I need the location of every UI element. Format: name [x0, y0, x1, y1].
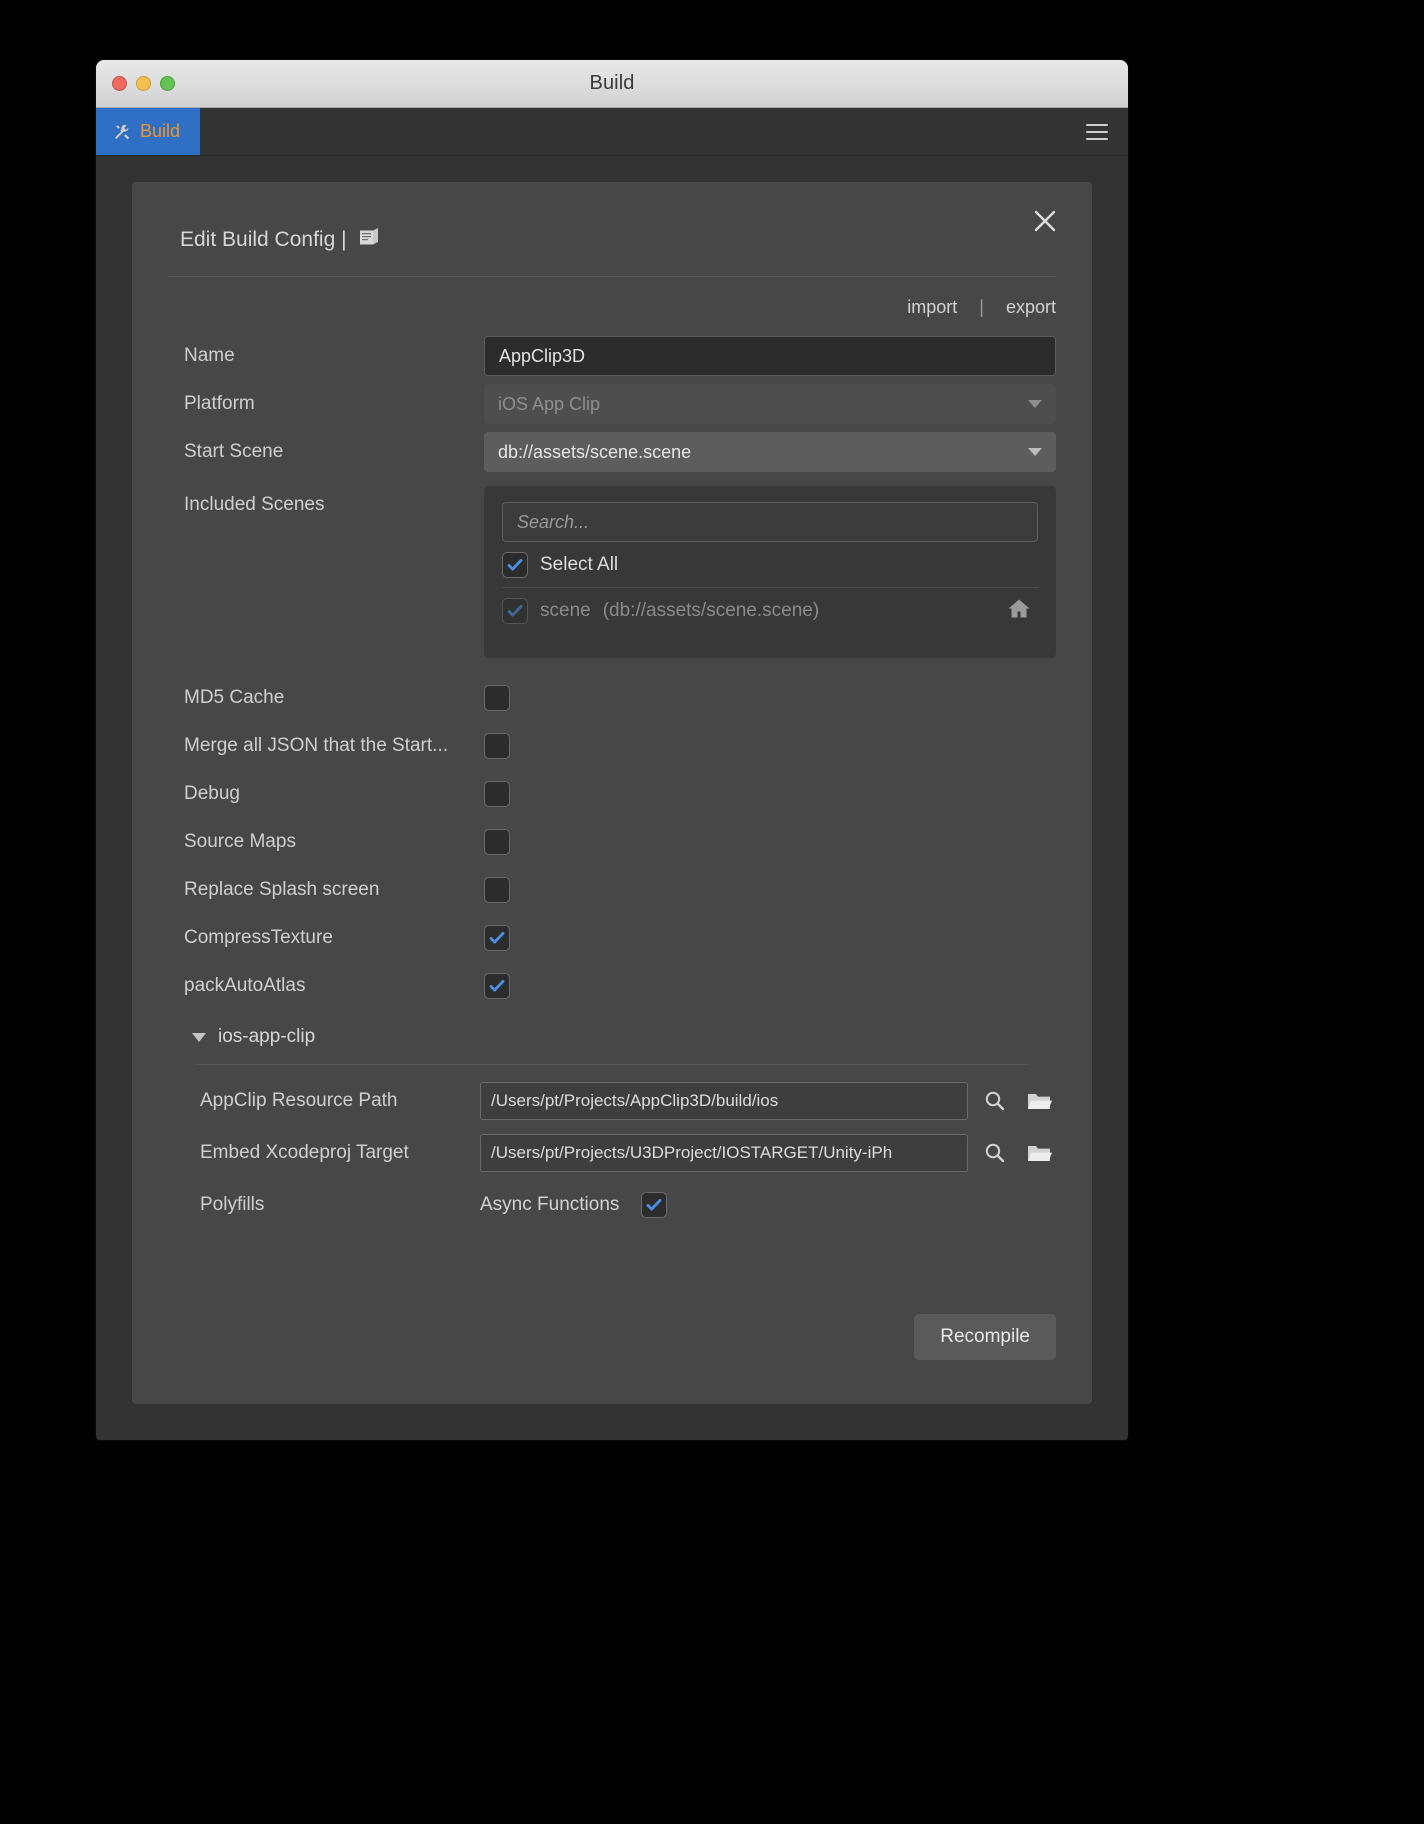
label-platform: Platform: [184, 393, 255, 414]
import-export-row: import | export: [132, 277, 1092, 318]
row-embed-xcodeproj-target: Embed Xcodeproj Target /Users/pt/Project…: [184, 1127, 1056, 1179]
chevron-down-icon: [1028, 400, 1042, 408]
import-button[interactable]: import: [907, 297, 957, 318]
label-name: Name: [184, 345, 235, 366]
select-all-label: Select All: [540, 553, 619, 575]
hammer-wrench-icon: [112, 122, 132, 142]
section-ios-app-clip-header[interactable]: ios-app-clip: [184, 1010, 1056, 1064]
folder-icon[interactable]: [1022, 1136, 1056, 1170]
pack-auto-atlas-checkbox[interactable]: [484, 973, 510, 999]
options-list: MD5 Cache Merge all JSON that the Start.…: [184, 674, 1056, 1010]
platform-value: iOS App Clip: [498, 393, 601, 414]
md5-cache-checkbox[interactable]: [484, 685, 510, 711]
tab-strip: Build: [96, 108, 1128, 156]
home-icon[interactable]: [1006, 597, 1032, 626]
row-polyfills: Polyfills Async Functions: [184, 1179, 1056, 1231]
magnifier-icon[interactable]: [978, 1084, 1012, 1118]
merge-json-checkbox[interactable]: [484, 733, 510, 759]
chevron-down-icon: [1028, 448, 1042, 456]
option-row-compress-texture: CompressTexture: [184, 914, 1056, 962]
scene-checkbox[interactable]: [502, 598, 528, 624]
recompile-button[interactable]: Recompile: [914, 1314, 1056, 1360]
label-included-scenes: Included Scenes: [184, 494, 325, 515]
start-scene-value: db://assets/scene.scene: [498, 441, 692, 462]
chevron-down-icon[interactable]: [192, 1032, 206, 1042]
option-label-merge-json: Merge all JSON that the Start...: [184, 735, 448, 756]
row-platform: Platform iOS App Clip: [184, 380, 1056, 428]
build-window: Build Build Edit Build Config | import |…: [96, 60, 1128, 1440]
panel-footer: Recompile: [914, 1314, 1056, 1360]
hamburger-menu-icon[interactable]: [1086, 123, 1108, 140]
option-row-debug: Debug: [184, 770, 1056, 818]
option-label-pack-auto-atlas: packAutoAtlas: [184, 975, 306, 996]
scene-item-path: (db://assets/scene.scene): [602, 600, 820, 621]
row-appclip-resource-path: AppClip Resource Path /Users/pt/Projects…: [184, 1075, 1056, 1127]
io-separator: |: [979, 297, 984, 317]
edit-build-config-panel: Edit Build Config | import | export Name…: [132, 182, 1092, 1404]
option-row-merge-json: Merge all JSON that the Start...: [184, 722, 1056, 770]
export-button[interactable]: export: [1006, 297, 1056, 318]
row-name: Name AppClip3D: [184, 332, 1056, 380]
row-start-scene: Start Scene db://assets/scene.scene: [184, 428, 1056, 476]
window-titlebar: Build: [96, 60, 1128, 108]
appclip-resource-path-input[interactable]: /Users/pt/Projects/AppClip3D/build/ios: [480, 1082, 968, 1120]
option-row-md5-cache: MD5 Cache: [184, 674, 1056, 722]
build-config-form: Name AppClip3D Platform iOS App Clip Sta…: [132, 318, 1092, 1231]
option-label-source-maps: Source Maps: [184, 831, 296, 852]
label-polyfills: Polyfills: [200, 1194, 265, 1215]
option-row-pack-auto-atlas: packAutoAtlas: [184, 962, 1056, 1010]
page-title-text: Edit Build Config |: [180, 228, 347, 251]
polyfills-async-label: Async Functions: [480, 1194, 620, 1215]
option-label-compress-texture: CompressTexture: [184, 927, 333, 948]
option-row-replace-splash: Replace Splash screen: [184, 866, 1056, 914]
page-title: Edit Build Config |: [180, 226, 1056, 254]
debug-checkbox[interactable]: [484, 781, 510, 807]
select-all-row[interactable]: Select All: [502, 542, 1038, 588]
scene-item-name: scene: [540, 600, 591, 621]
label-embed-xcodeproj-target: Embed Xcodeproj Target: [200, 1142, 409, 1163]
embed-xcodeproj-target-input[interactable]: /Users/pt/Projects/U3DProject/IOSTARGET/…: [480, 1134, 968, 1172]
tab-build[interactable]: Build: [96, 108, 201, 155]
list-item[interactable]: scene (db://assets/scene.scene): [502, 588, 1038, 634]
async-functions-checkbox[interactable]: [641, 1192, 668, 1218]
folder-icon[interactable]: [1022, 1084, 1056, 1118]
book-icon[interactable]: [357, 226, 383, 254]
row-included-scenes: Included Scenes Search... Select All sce…: [184, 486, 1056, 658]
option-label-md5-cache: MD5 Cache: [184, 687, 285, 708]
compress-texture-checkbox[interactable]: [484, 925, 510, 951]
option-row-source-maps: Source Maps: [184, 818, 1056, 866]
section-title: ios-app-clip: [218, 1026, 316, 1047]
magnifier-icon[interactable]: [978, 1136, 1012, 1170]
section-divider: [196, 1064, 1028, 1065]
name-input[interactable]: AppClip3D: [484, 336, 1056, 376]
label-start-scene: Start Scene: [184, 441, 284, 462]
included-scenes-box: Search... Select All scene (db://assets/…: [484, 486, 1056, 658]
option-label-debug: Debug: [184, 783, 240, 804]
panel-header: Edit Build Config |: [132, 182, 1092, 254]
scene-search-input[interactable]: Search...: [502, 502, 1038, 542]
tab-build-label: Build: [140, 121, 181, 141]
option-label-replace-splash: Replace Splash screen: [184, 879, 380, 900]
platform-select[interactable]: iOS App Clip: [484, 384, 1056, 424]
source-maps-checkbox[interactable]: [484, 829, 510, 855]
close-dialog-button[interactable]: [1028, 204, 1062, 238]
label-appclip-resource-path: AppClip Resource Path: [200, 1090, 398, 1111]
start-scene-select[interactable]: db://assets/scene.scene: [484, 432, 1056, 472]
window-title: Build: [589, 72, 635, 94]
replace-splash-checkbox[interactable]: [484, 877, 510, 903]
select-all-checkbox[interactable]: [502, 551, 528, 578]
